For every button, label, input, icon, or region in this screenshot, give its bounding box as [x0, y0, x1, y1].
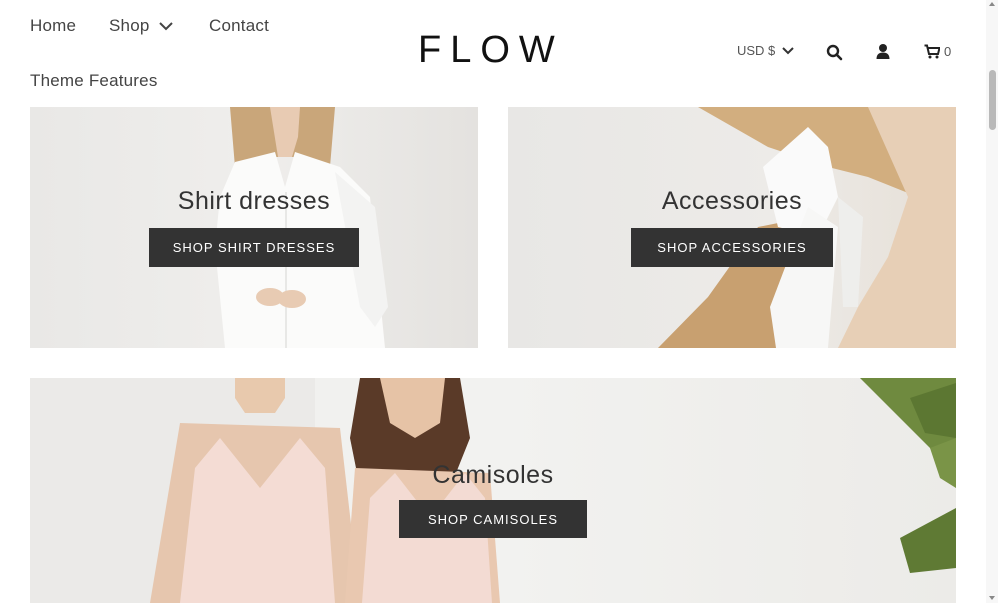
scroll-down-arrow-icon[interactable]	[989, 596, 995, 600]
chevron-down-icon	[782, 47, 795, 55]
nav-home-link[interactable]: Home	[30, 16, 76, 36]
nav-shop-link[interactable]: Shop	[109, 16, 174, 36]
tile-title: Accessories	[661, 187, 803, 215]
search-button[interactable]	[826, 44, 843, 61]
scrollbar-thumb[interactable]	[989, 70, 996, 130]
currency-label: USD $	[737, 43, 776, 58]
shop-accessories-button[interactable]: SHOP ACCESSORIES	[631, 228, 833, 267]
currency-selector[interactable]: USD $	[737, 43, 795, 58]
scroll-up-arrow-icon[interactable]	[989, 2, 995, 6]
nav-theme-features-link[interactable]: Theme Features	[30, 71, 158, 91]
promo-tile-shirt-dresses[interactable]: Shirt dresses SHOP SHIRT DRESSES	[30, 107, 478, 348]
account-button[interactable]	[876, 43, 890, 60]
camisoles-models-image	[30, 378, 956, 603]
tile-title: Camisoles	[432, 461, 554, 489]
cart-icon	[924, 44, 940, 59]
nav-contact-link[interactable]: Contact	[209, 16, 269, 36]
user-icon	[876, 44, 890, 59]
shop-camisoles-button[interactable]: SHOP CAMISOLES	[399, 500, 587, 538]
chevron-down-icon	[158, 22, 173, 31]
site-header: Home Shop Contact Theme Features FLOW US…	[0, 0, 998, 107]
promo-tile-accessories[interactable]: Accessories SHOP ACCESSORIES	[508, 107, 956, 348]
nav-shop-label: Shop	[109, 16, 150, 35]
shop-shirt-dresses-button[interactable]: SHOP SHIRT DRESSES	[149, 228, 359, 267]
search-icon	[826, 44, 843, 61]
cart-count: 0	[944, 44, 952, 59]
promo-tile-camisoles[interactable]: Camisoles SHOP CAMISOLES	[30, 378, 956, 603]
cart-button[interactable]: 0	[924, 44, 951, 59]
tile-title: Shirt dresses	[177, 187, 331, 215]
site-logo[interactable]: FLOW	[418, 28, 562, 72]
